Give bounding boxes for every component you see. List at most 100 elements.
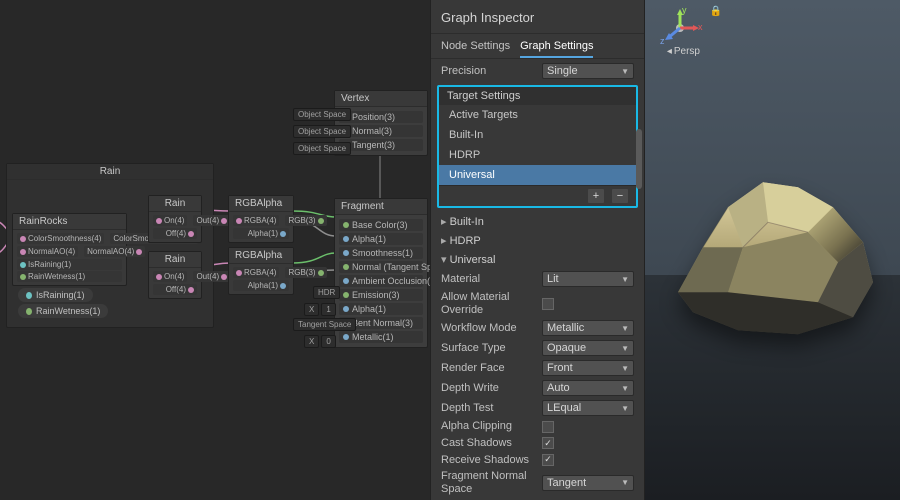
shader-graph-canvas[interactable]: Rain RainRocks ColorSmoothness(4)ColorSm… <box>0 0 430 500</box>
port-label: ColorSmoothness(4) <box>28 234 101 243</box>
surface-select[interactable]: Opaque ▼ <box>542 340 634 356</box>
depthtest-select[interactable]: LEqual▼ <box>542 400 634 416</box>
lock-icon[interactable]: 🔒 <box>710 6 722 17</box>
select-value: Auto <box>547 382 570 394</box>
chevron-down-icon: ▼ <box>621 364 629 373</box>
space-badge: Object Space <box>293 142 351 155</box>
surface-label: Surface Type <box>441 342 536 355</box>
chevron-down-icon: ▼ <box>621 344 629 353</box>
foldout-builtin[interactable]: Built-In <box>431 212 644 231</box>
select-value: Front <box>547 362 573 374</box>
port-label: Out(4) <box>196 272 219 281</box>
select-value: Tangent <box>547 477 586 489</box>
port-label: NormalAO(4) <box>87 247 134 256</box>
port-label: RGBA(4) <box>244 216 276 225</box>
target-settings-title: Target Settings <box>439 87 636 105</box>
node-rain-2[interactable]: Rain On(4)Out(4) Off(4) <box>148 251 202 299</box>
blackboard-pill-rainwetness[interactable]: RainWetness(1) <box>18 304 108 318</box>
axis-label: X <box>304 335 319 348</box>
depthtest-label: Depth Test <box>441 402 536 415</box>
receiveshadows-checkbox[interactable]: ✓ <box>542 454 554 466</box>
chevron-left-icon: ◂ <box>667 46 672 57</box>
add-target-button[interactable]: + <box>588 189 604 203</box>
space-badge: Object Space <box>293 108 351 121</box>
rock-mesh-preview <box>658 152 888 355</box>
chevron-down-icon: ▼ <box>621 275 629 284</box>
node-title: Rain <box>149 252 201 268</box>
float-value[interactable]: 0 <box>321 335 335 348</box>
node-rain-1[interactable]: Rain On(4)Out(4) Off(4) <box>148 195 202 243</box>
select-value: LEqual <box>547 402 581 414</box>
target-item-universal[interactable]: Universal <box>439 165 636 185</box>
axis-y-label: y <box>682 5 687 15</box>
inline-float-input[interactable]: X 0 <box>304 335 336 348</box>
orientation-gizmo[interactable]: y x z <box>660 8 700 48</box>
port-label: Smoothness(1) <box>352 248 413 258</box>
port-label: Alpha(1) <box>248 229 278 238</box>
port-label: RGB(3) <box>288 268 315 277</box>
precision-select[interactable]: Single ▼ <box>542 63 634 79</box>
node-rgbalpha-1[interactable]: RGBAlpha RGBA(4)RGB(3) Alpha(1) <box>228 195 294 243</box>
workflow-label: Workflow Mode <box>441 322 536 335</box>
axis-z-label: z <box>660 36 665 46</box>
receiveshadows-label: Receive Shadows <box>441 454 536 467</box>
port-label: RainWetness(1) <box>28 272 85 281</box>
select-value: Lit <box>547 273 559 285</box>
tab-node-settings[interactable]: Node Settings <box>441 40 510 58</box>
port-label: Bent Normal(3) <box>352 318 413 328</box>
node-title: RGBAlpha <box>229 248 293 264</box>
allow-override-label: Allow Material Override <box>441 291 536 316</box>
port-label: RGBA(4) <box>244 268 276 277</box>
port-label: Ambient Occlusion(1) <box>352 276 430 286</box>
foldout-hdrp[interactable]: HDRP <box>431 231 644 250</box>
port-label: Emission(3) <box>352 290 400 300</box>
port-label: NormalAO(4) <box>28 247 75 256</box>
material-select[interactable]: Lit ▼ <box>542 271 634 287</box>
axis-label: X <box>304 303 319 316</box>
node-rainrocks[interactable]: RainRocks ColorSmoothness(4)ColorSmoothn… <box>12 213 127 286</box>
float-value[interactable]: 1 <box>321 303 335 316</box>
scene-viewport[interactable]: y x z 🔒 ◂ Persp <box>645 0 900 500</box>
renderface-select[interactable]: Front ▼ <box>542 360 634 376</box>
hdr-badge: HDR <box>313 286 340 299</box>
target-item-builtin[interactable]: Built-In <box>439 125 636 145</box>
persp-label: Persp <box>674 46 700 57</box>
port-label: Alpha(1) <box>352 304 386 314</box>
castshadows-label: Cast Shadows <box>441 437 536 450</box>
node-rgbalpha-2[interactable]: RGBAlpha RGBA(4)RGB(3) Alpha(1) <box>228 247 294 295</box>
active-targets-label: Active Targets <box>439 105 636 125</box>
blackboard-pill-israining[interactable]: IsRaining(1) <box>18 288 93 302</box>
dot-icon <box>26 308 32 315</box>
precision-label: Precision <box>441 65 536 78</box>
chevron-down-icon: ▼ <box>621 478 629 487</box>
port-label: Base Color(3) <box>352 220 408 230</box>
target-item-hdrp[interactable]: HDRP <box>439 145 636 165</box>
tab-graph-settings[interactable]: Graph Settings <box>520 40 593 58</box>
port-label: Alpha(1) <box>248 281 278 290</box>
alphaclip-checkbox[interactable] <box>542 421 554 433</box>
port-label: Out(4) <box>196 216 219 225</box>
node-title: Vertex <box>335 91 427 107</box>
node-title: RGBAlpha <box>229 196 293 212</box>
port-label: Metallic(1) <box>352 332 394 342</box>
workflow-select[interactable]: Metallic▼ <box>542 320 634 336</box>
foldout-universal[interactable]: Universal <box>431 250 644 269</box>
port-label: Alpha(1) <box>352 234 386 244</box>
remove-target-button[interactable]: − <box>612 189 628 203</box>
allow-override-checkbox[interactable] <box>542 298 554 310</box>
fragnormal-label: Fragment Normal Space <box>441 470 536 495</box>
inline-float-input[interactable]: X 1 <box>304 303 336 316</box>
node-title: Fragment <box>335 199 427 215</box>
persp-toggle[interactable]: ◂ Persp <box>667 46 700 57</box>
select-value: Single <box>547 65 578 77</box>
castshadows-checkbox[interactable]: ✓ <box>542 437 554 449</box>
chevron-down-icon: ▼ <box>621 67 629 76</box>
space-badge: Object Space <box>293 125 351 138</box>
target-settings-box: Target Settings Active Targets Built-In … <box>437 85 638 208</box>
select-value: Opaque <box>547 342 586 354</box>
renderface-label: Render Face <box>441 362 536 375</box>
port-label: Tangent(3) <box>352 140 395 150</box>
inspector-scrollbar[interactable] <box>636 119 642 490</box>
depthwrite-select[interactable]: Auto▼ <box>542 380 634 396</box>
fragnormal-select[interactable]: Tangent ▼ <box>542 475 634 491</box>
